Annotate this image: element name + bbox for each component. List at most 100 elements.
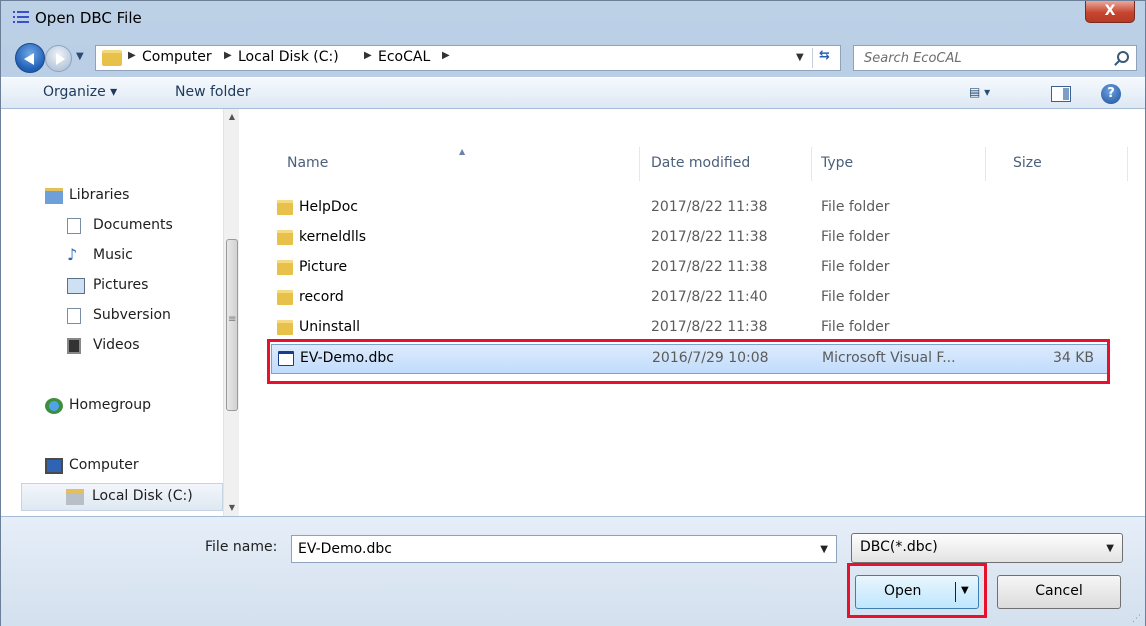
breadcrumb-chevron-icon[interactable]: ▶ — [128, 50, 136, 61]
scroll-up-icon[interactable]: ▲ — [224, 109, 240, 125]
column-header-row: ▲ Name Date modified Type Size — [265, 147, 1129, 181]
annotation-highlight-file — [267, 339, 1110, 384]
column-header-type[interactable]: Type — [821, 155, 853, 171]
file-row-picture[interactable]: Picture 2017/8/22 11:38 File folder — [271, 254, 1109, 284]
nav-item-computer[interactable]: Computer — [1, 453, 223, 481]
file-type: File folder — [821, 289, 890, 305]
column-header-size[interactable]: Size — [1013, 155, 1042, 171]
file-date: 2017/8/22 11:38 — [651, 319, 768, 335]
file-type-value: DBC(*.dbc) — [860, 539, 938, 555]
local-disk-icon — [66, 489, 84, 505]
nav-item-label: Music — [93, 247, 133, 263]
file-type-select[interactable]: DBC(*.dbc) ▼ — [851, 533, 1123, 563]
file-date: 2017/8/22 11:38 — [651, 259, 768, 275]
breadcrumb-chevron-icon[interactable]: ▶ — [442, 50, 450, 61]
file-name-combobox[interactable]: ▼ — [291, 535, 837, 563]
nav-item-homegroup[interactable]: Homegroup — [1, 393, 223, 421]
file-name: kerneldlls — [299, 229, 367, 245]
preview-pane-icon[interactable] — [1051, 86, 1071, 102]
file-list: ▲ Name Date modified Type Size HelpDoc 2… — [239, 109, 1145, 516]
annotation-highlight-open — [847, 563, 987, 618]
scroll-down-icon[interactable]: ▼ — [224, 500, 240, 516]
column-header-date[interactable]: Date modified — [651, 155, 750, 171]
pictures-icon — [67, 278, 85, 294]
libraries-icon — [45, 188, 63, 204]
file-type: File folder — [821, 319, 890, 335]
nav-item-label: Homegroup — [69, 397, 152, 413]
refresh-icon[interactable]: ⇆ — [812, 48, 836, 68]
nav-item-label: Local Disk (C:) — [92, 488, 193, 504]
nav-item-label: Documents — [93, 217, 173, 233]
breadcrumb-computer[interactable]: Computer — [142, 49, 212, 65]
nav-item-videos[interactable]: Videos — [1, 333, 223, 361]
address-row: ▼ ▶ Computer ▶ Local Disk (C:) ▶ EcoCAL … — [1, 37, 1145, 77]
documents-icon — [67, 218, 81, 234]
nav-item-pictures[interactable]: Pictures — [1, 273, 223, 301]
file-row-record[interactable]: record 2017/8/22 11:40 File folder — [271, 284, 1109, 314]
navigation-scrollbar[interactable]: ▲ ▼ — [223, 109, 239, 516]
column-divider[interactable] — [1127, 147, 1128, 181]
organize-button[interactable]: Organize ▾ — [43, 84, 117, 100]
breadcrumb-local-disk[interactable]: Local Disk (C:) — [238, 49, 339, 65]
computer-icon — [45, 458, 63, 474]
close-button[interactable]: X — [1085, 1, 1135, 23]
breadcrumb-ecocal[interactable]: EcoCAL — [378, 49, 430, 65]
file-name: record — [299, 289, 344, 305]
file-type: File folder — [821, 199, 890, 215]
nav-item-label: Videos — [93, 337, 140, 353]
navigation-pane: Libraries Documents ♪ Music Pictures Sub… — [1, 109, 239, 516]
cancel-button[interactable]: Cancel — [997, 575, 1121, 609]
file-name-input[interactable] — [298, 539, 798, 559]
history-dropdown-icon[interactable]: ▼ — [76, 51, 84, 62]
title-bar: Open DBC File X — [1, 1, 1145, 37]
nav-item-libraries[interactable]: Libraries — [1, 183, 223, 211]
file-row-kerneldlls[interactable]: kerneldlls 2017/8/22 11:38 File folder — [271, 224, 1109, 254]
homegroup-icon — [45, 398, 63, 414]
app-list-icon — [13, 11, 29, 25]
command-bar: Organize ▾ New folder ▤ ▾ ? — [1, 77, 1145, 109]
file-date: 2017/8/22 11:38 — [651, 229, 768, 245]
open-file-dialog: Open DBC File X ▼ ▶ Computer ▶ Local Dis… — [0, 0, 1146, 626]
file-date: 2017/8/22 11:40 — [651, 289, 768, 305]
chevron-down-icon[interactable]: ▼ — [1106, 543, 1114, 554]
search-icon[interactable] — [1117, 51, 1129, 63]
breadcrumb-chevron-icon[interactable]: ▶ — [364, 50, 372, 61]
help-icon[interactable]: ? — [1101, 84, 1121, 104]
search-input[interactable] — [864, 48, 1104, 68]
nav-item-label: Subversion — [93, 307, 171, 323]
file-row-helpdoc[interactable]: HelpDoc 2017/8/22 11:38 File folder — [271, 194, 1109, 224]
column-divider[interactable] — [639, 147, 640, 181]
nav-item-music[interactable]: ♪ Music — [1, 243, 223, 271]
chevron-down-icon[interactable]: ▼ — [820, 544, 828, 555]
nav-item-label: Computer — [69, 457, 139, 473]
address-bar[interactable]: ▶ Computer ▶ Local Disk (C:) ▶ EcoCAL ▶ … — [95, 45, 841, 71]
subversion-icon — [67, 308, 81, 324]
forward-button[interactable] — [45, 45, 72, 72]
search-box[interactable] — [853, 45, 1137, 71]
folder-icon — [277, 260, 293, 275]
nav-item-documents[interactable]: Documents — [1, 213, 223, 241]
column-divider[interactable] — [811, 147, 812, 181]
music-icon: ♪ — [67, 245, 78, 264]
resize-grip-icon[interactable]: ⋰ — [1132, 614, 1141, 624]
folder-icon — [277, 320, 293, 335]
column-divider[interactable] — [985, 147, 986, 181]
address-dropdown-icon[interactable]: ▼ — [796, 52, 804, 63]
nav-item-subversion[interactable]: Subversion — [1, 303, 223, 331]
column-header-name[interactable]: Name — [287, 155, 328, 171]
new-folder-button[interactable]: New folder — [175, 84, 251, 100]
file-name-label: File name: — [205, 539, 278, 555]
folder-icon — [277, 290, 293, 305]
file-name: HelpDoc — [299, 199, 358, 215]
breadcrumb-chevron-icon[interactable]: ▶ — [224, 50, 232, 61]
file-date: 2017/8/22 11:38 — [651, 199, 768, 215]
cancel-button-label: Cancel — [1035, 583, 1083, 599]
back-button[interactable] — [15, 43, 45, 73]
nav-item-label: Pictures — [93, 277, 149, 293]
window-title: Open DBC File — [35, 9, 142, 27]
scrollbar-thumb[interactable] — [226, 239, 238, 411]
nav-item-label: Libraries — [69, 187, 130, 203]
change-view-button[interactable]: ▤ ▾ — [969, 85, 1013, 103]
nav-item-local-disk[interactable]: Local Disk (C:) — [21, 483, 223, 511]
folder-icon — [277, 230, 293, 245]
